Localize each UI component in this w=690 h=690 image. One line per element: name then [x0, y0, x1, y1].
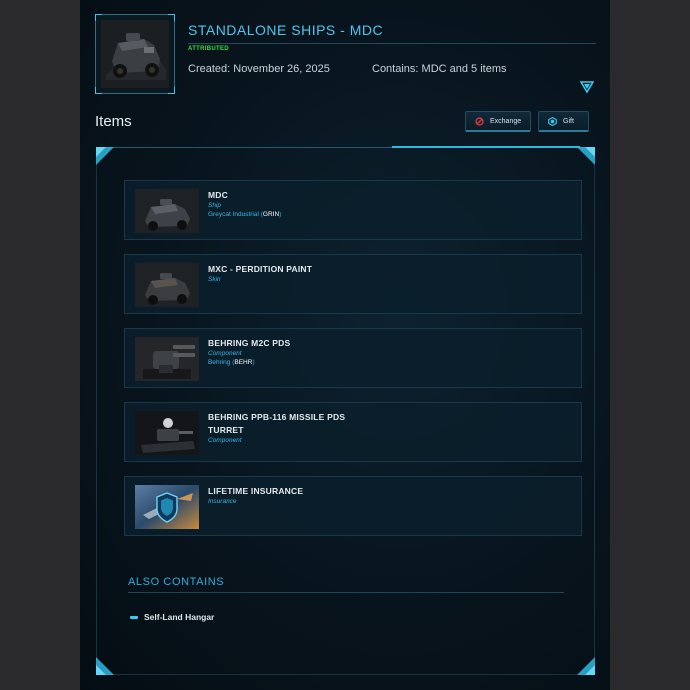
item-manufacturer: Greycat Industrial (GRIN): [208, 211, 282, 218]
item-thumbnail: [135, 485, 199, 529]
also-contains-heading: ALSO CONTAINS: [128, 576, 225, 588]
item-thumbnail: [135, 337, 199, 381]
package-title: STANDALONE SHIPS - MDC: [188, 22, 384, 38]
also-contains-divider: [128, 592, 564, 593]
bullet-icon: [130, 616, 138, 619]
contains-summary: Contains: MDC and 5 items: [372, 63, 507, 75]
exchange-icon: [474, 116, 484, 126]
gift-button[interactable]: Gift: [538, 111, 589, 132]
vehicle-image: [135, 189, 199, 233]
manufacturer-code: GRIN: [262, 211, 280, 218]
manufacturer-name: Greycat Industrial: [208, 211, 259, 218]
frame-top-accent: [392, 146, 580, 148]
manufacturer-code: BEHR: [234, 359, 253, 366]
frame-corner-bottom-right: [577, 657, 595, 675]
vehicle-image: [101, 20, 169, 88]
item-name: BEHRING PPB-116 MISSILE PDS TURRET: [208, 412, 346, 435]
item-type: Ship: [208, 202, 222, 209]
item-name: MDC: [208, 190, 228, 200]
exchange-label: Exchange: [490, 117, 522, 125]
manufacturer-name: Behring: [208, 359, 231, 366]
item-type: Component: [208, 437, 242, 444]
gift-label: Gift: [563, 117, 574, 125]
frame-corner-bottom-left: [96, 657, 114, 675]
item-type: Component: [208, 350, 242, 357]
vehicle-image: [135, 263, 199, 307]
list-item[interactable]: BEHRING PPB-116 MISSILE PDS TURRET Compo…: [124, 402, 582, 462]
list-item[interactable]: MXC - PERDITION PAINT Skin: [124, 254, 582, 314]
status-badge: ATTRIBUTED: [188, 46, 229, 52]
item-thumbnail: [135, 263, 199, 307]
exchange-button[interactable]: Exchange: [465, 111, 531, 132]
item-name: BEHRING M2C PDS: [208, 338, 291, 348]
item-name: MXC - PERDITION PAINT: [208, 264, 313, 274]
frame-corner-top-left: [96, 147, 114, 165]
also-contains-item: Self-Land Hangar: [144, 612, 215, 622]
item-thumbnail: [135, 411, 199, 455]
list-item[interactable]: LIFETIME INSURANCE Insurance: [124, 476, 582, 536]
created-date: Created: November 26, 2025: [188, 63, 330, 75]
item-manufacturer: Behring (BEHR): [208, 359, 255, 366]
insurance-image: [135, 485, 199, 529]
item-thumbnail: [135, 189, 199, 233]
list-item[interactable]: BEHRING M2C PDS Component Behring (BEHR): [124, 328, 582, 388]
item-type: Skin: [208, 276, 221, 283]
frame-corner-top-right: [577, 147, 595, 165]
expand-toggle-button[interactable]: [579, 80, 595, 94]
package-thumbnail: [95, 14, 175, 94]
gift-icon: [547, 116, 557, 126]
chevron-down-icon: [579, 81, 595, 94]
title-divider: [188, 43, 596, 44]
item-type: Insurance: [208, 498, 237, 505]
item-name: LIFETIME INSURANCE: [208, 486, 304, 496]
missile-turret-image: [135, 411, 199, 455]
items-heading: Items: [95, 113, 132, 130]
turret-image: [135, 337, 199, 381]
list-item[interactable]: MDC Ship Greycat Industrial (GRIN): [124, 180, 582, 240]
